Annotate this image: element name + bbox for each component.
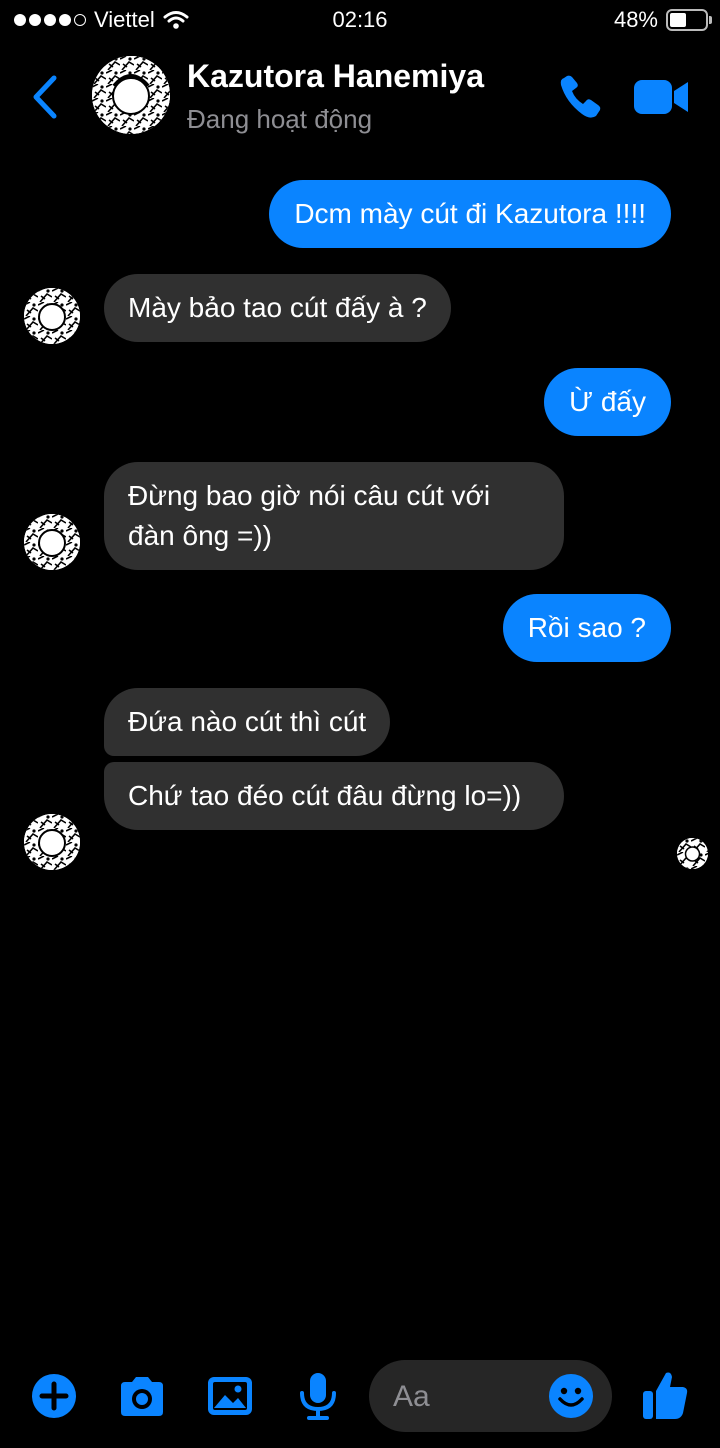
contact-avatar-small [24,514,80,570]
video-camera-icon[interactable] [632,76,690,118]
outgoing-message[interactable]: Ừ đấy [544,368,671,436]
message-input-container [369,1360,612,1432]
contact-name[interactable]: Kazutora Hanemiya [187,58,484,95]
camera-icon[interactable] [117,1374,167,1418]
phone-icon[interactable] [558,74,604,120]
status-bar: Viettel 02:16 48% [0,0,720,44]
conversation-header: Kazutora Hanemiya Đang hoạt động [0,44,720,154]
chevron-left-icon[interactable] [28,72,64,122]
outgoing-message[interactable]: Dcm mày cút đi Kazutora !!!! [269,180,671,248]
incoming-message[interactable]: Chứ tao đéo cút đâu đừng lo=)) [104,762,564,830]
incoming-message[interactable]: Mày bảo tao cút đấy à ? [104,274,451,342]
contact-avatar[interactable] [92,56,170,134]
contact-avatar-small [24,288,80,344]
plus-circle-icon[interactable] [31,1373,77,1419]
thumbs-up-icon[interactable] [641,1369,689,1421]
message-input[interactable] [391,1374,555,1420]
outgoing-message[interactable]: Rồi sao ? [502,594,671,662]
message-composer [0,1355,720,1435]
seen-receipt-avatar [677,838,708,869]
contact-active-status: Đang hoạt động [187,104,373,134]
smiley-icon[interactable] [549,1374,593,1418]
battery-percent: 48% [613,7,658,32]
battery-icon [666,9,712,31]
incoming-message[interactable]: Đứa nào cút thì cút [104,688,391,756]
battery-level-fill [670,13,687,27]
image-icon[interactable] [206,1375,254,1417]
microphone-icon[interactable] [297,1371,339,1421]
contact-avatar-small [24,814,80,870]
incoming-message[interactable]: Đừng bao giờ nói câu cút với đàn ông =)) [104,462,564,570]
status-right: 48% [613,7,712,33]
clock: 02:16 [332,7,388,32]
